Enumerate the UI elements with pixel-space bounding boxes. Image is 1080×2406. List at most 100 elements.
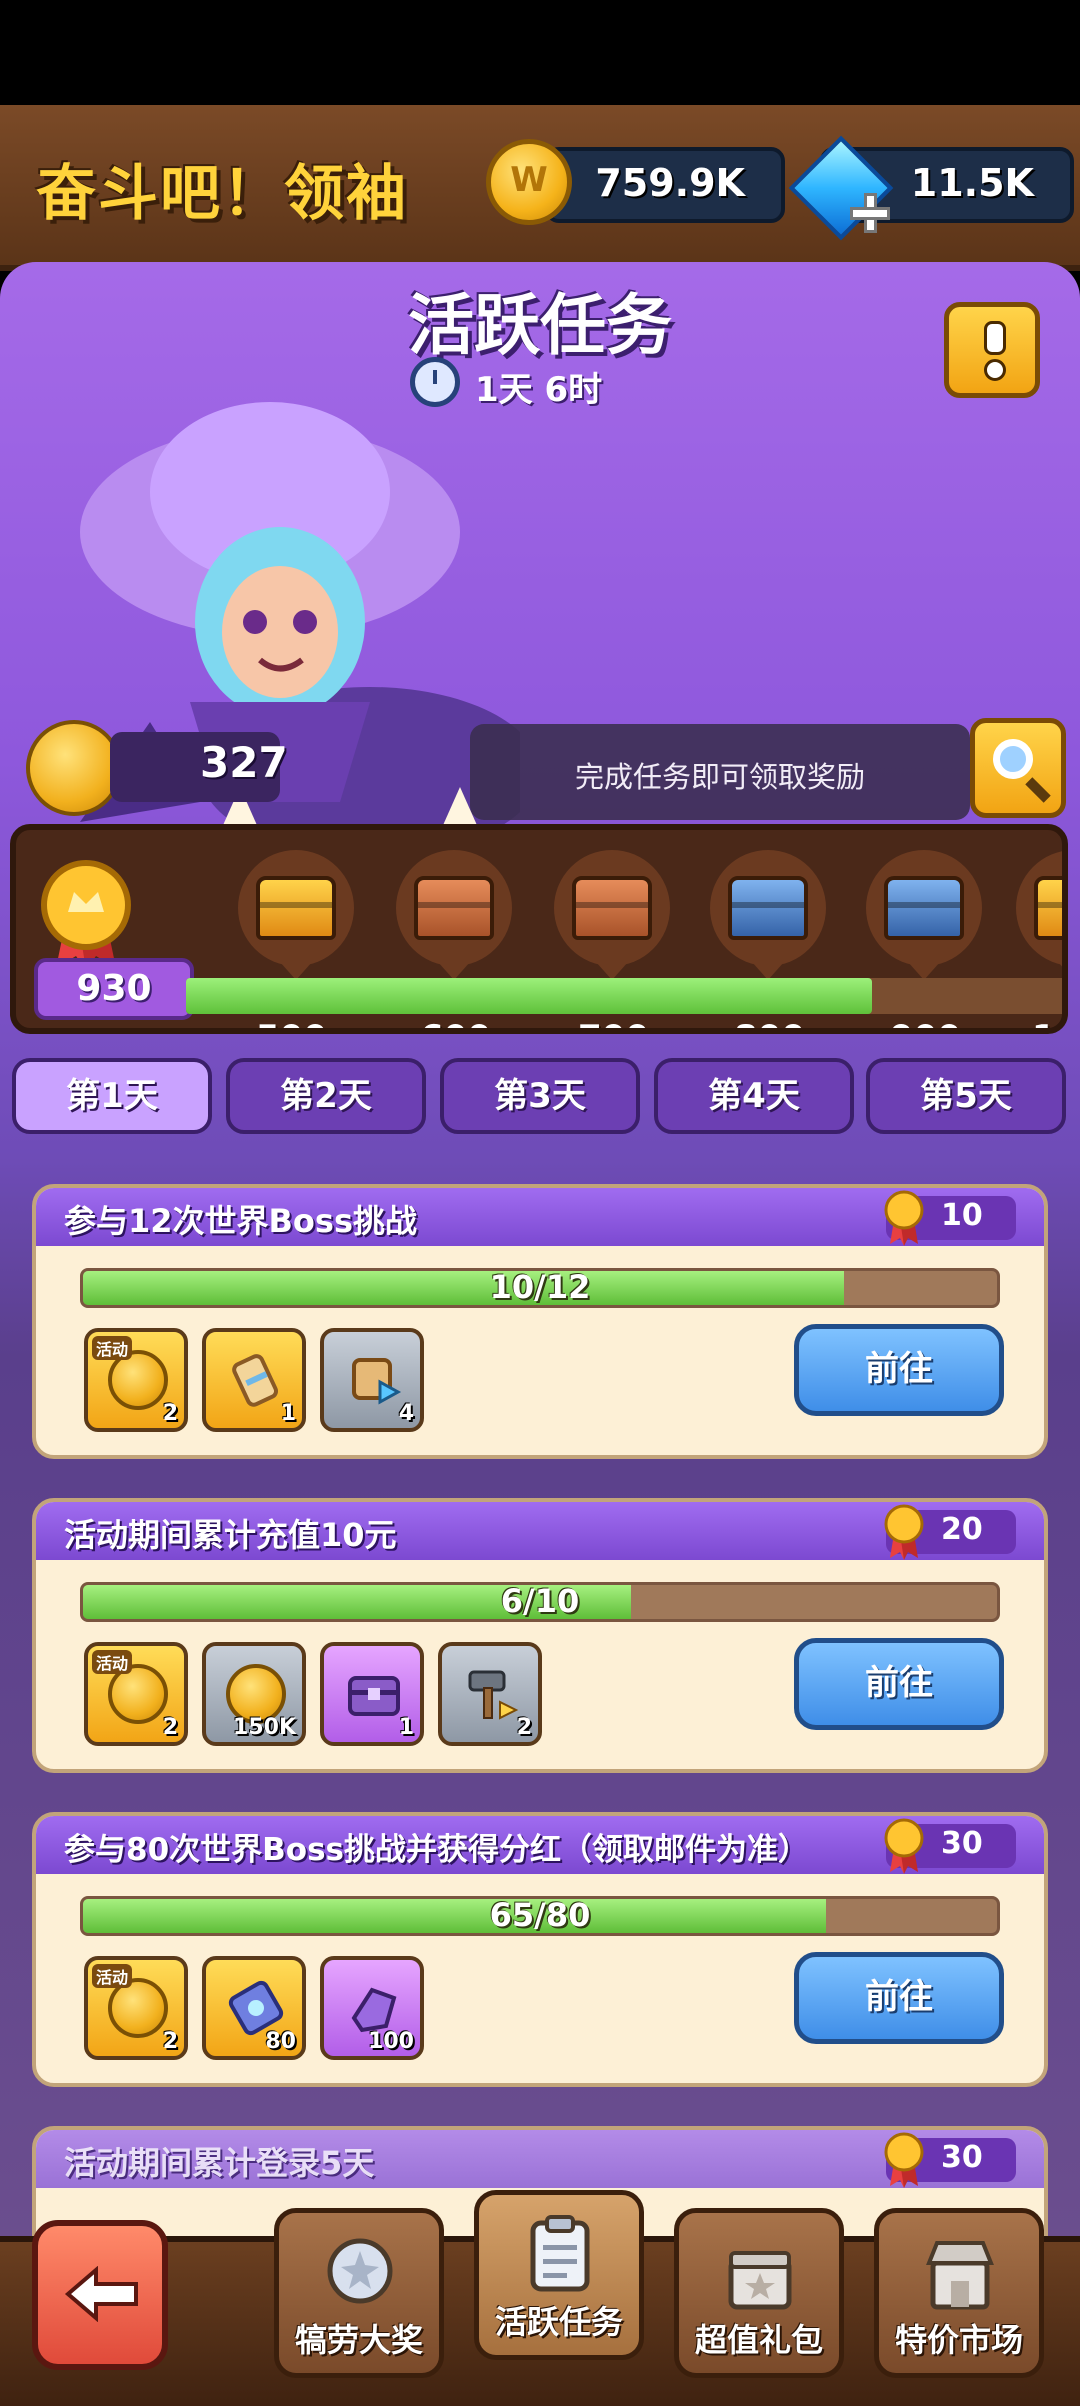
item-quantity: 100 <box>368 2029 414 2054</box>
reward-item[interactable]: 100 <box>320 1956 424 2060</box>
search-button[interactable] <box>970 718 1066 818</box>
task-card: 参与80次世界Boss挑战并获得分红（领取邮件为准） 30 65/80 活动 2… <box>32 1812 1048 2087</box>
gem-amount: 11.5K <box>910 161 1034 205</box>
page-title: 活跃任务 <box>408 287 672 364</box>
reward-item[interactable]: 1 <box>320 1642 424 1746</box>
tab-day-4[interactable]: 第4天 <box>654 1058 854 1134</box>
task-progress-text: 10/12 <box>489 1268 591 1306</box>
tab-day-2[interactable]: 第2天 <box>226 1058 426 1134</box>
bronze-chest-icon <box>414 876 494 940</box>
tab-day-5[interactable]: 第5天 <box>866 1058 1066 1134</box>
reward-item[interactable]: 活动 2 <box>84 1328 188 1432</box>
activity-points-icon <box>26 720 122 816</box>
milestone-label: 10 <box>1032 1018 1062 1028</box>
back-arrow-icon <box>64 2266 138 2322</box>
gold-coin-icon <box>486 139 572 225</box>
bronze-chest-icon <box>572 876 652 940</box>
item-quantity: 2 <box>516 1715 532 1740</box>
game-title: 奋斗吧！领袖 <box>36 159 408 229</box>
prize-wheel-icon <box>327 2238 393 2304</box>
reward-item[interactable]: 150K <box>202 1642 306 1746</box>
milestone-label: 900 <box>890 1018 961 1028</box>
gold-chest-icon <box>1034 876 1062 940</box>
item-quantity: 80 <box>265 2029 296 2054</box>
gold-chest-icon <box>256 876 336 940</box>
scroll-icon <box>232 1354 279 1407</box>
tab-day-3[interactable]: 第3天 <box>440 1058 640 1134</box>
activity-points: 327 <box>200 738 288 787</box>
milestone-progress: 930 500 600 700 800 900 10 <box>10 824 1068 1034</box>
blue-chest-icon <box>728 876 808 940</box>
reward-item[interactable]: 80 <box>202 1956 306 2060</box>
milestone-fill <box>186 978 873 1014</box>
nav-special-market[interactable]: 特价市场 <box>874 2208 1044 2378</box>
milestone-label: 700 <box>578 1018 649 1028</box>
task-title: 活动期间累计充值10元 <box>64 1516 397 1554</box>
milestone-label: 500 <box>256 1018 327 1028</box>
item-tag: 活动 <box>92 1964 133 1988</box>
reward-points: 30 <box>941 1826 983 1861</box>
item-quantity: 150K <box>233 1715 296 1740</box>
milestone-chest-600[interactable] <box>396 850 512 980</box>
hammer-icon <box>468 1670 519 1720</box>
reward-item[interactable]: 活动 2 <box>84 1956 188 2060</box>
current-score: 930 <box>76 968 152 1009</box>
medal-icon <box>884 1190 924 1246</box>
medal-icon <box>884 1818 924 1874</box>
hint-text: 完成任务即可领取奖励 <box>574 760 865 794</box>
reward-points: 10 <box>941 1198 983 1233</box>
status-bar <box>0 0 1080 105</box>
milestone-chest-800[interactable] <box>710 850 826 980</box>
item-quantity: 1 <box>280 1401 296 1426</box>
nav-label: 活跃任务 <box>494 2303 623 2341</box>
medal-icon <box>884 1504 924 1560</box>
shop-icon <box>926 2241 994 2310</box>
item-tag: 活动 <box>92 1336 133 1360</box>
nav-label: 特价市场 <box>894 2321 1023 2359</box>
milestone-chest-500[interactable] <box>238 850 354 980</box>
task-card: 活动期间累计充值10元 20 6/10 活动 2 150K 1 2 前往 <box>32 1498 1048 1773</box>
nav-label: 犒劳大奖 <box>294 2321 423 2359</box>
tab-day-1[interactable]: 第1天 <box>12 1058 212 1134</box>
back-button[interactable] <box>32 2220 168 2370</box>
nav-active-tasks[interactable]: 活跃任务 <box>474 2190 644 2360</box>
purple-chest-icon <box>348 1676 400 1716</box>
go-button[interactable]: 前往 <box>794 1952 1004 2044</box>
reward-item[interactable]: 活动 2 <box>84 1642 188 1746</box>
nav-value-packs[interactable]: 超值礼包 <box>674 2208 844 2378</box>
coin-amount: 759.9K <box>595 161 745 205</box>
item-quantity: 4 <box>398 1401 414 1426</box>
nav-label: 超值礼包 <box>694 2321 823 2359</box>
blue-chest-icon <box>884 876 964 940</box>
reward-item[interactable]: 2 <box>438 1642 542 1746</box>
reward-item[interactable]: 1 <box>202 1328 306 1432</box>
active-tasks-panel: 活跃任务 1天 6时 327 完成任务即可领取奖励 930 第1天 第2天 第3… <box>0 262 1080 2252</box>
milestone-chest-700[interactable] <box>554 850 670 980</box>
clipboard-icon <box>530 2215 590 2292</box>
reward-points: 30 <box>941 2140 983 2175</box>
task-title: 活动期间累计登录5天 <box>64 2144 375 2182</box>
task-progress-text: 6/10 <box>500 1582 580 1620</box>
top-header: 奋斗吧！领袖 759.9K 11.5K <box>0 105 1080 271</box>
gift-box-icon <box>728 2251 792 2310</box>
milestone-track <box>186 978 1062 1014</box>
reward-points: 20 <box>941 1512 983 1547</box>
info-button[interactable] <box>944 302 1040 398</box>
coin-counter[interactable]: 759.9K <box>545 147 785 223</box>
nav-reward-lottery[interactable]: 犒劳大奖 <box>274 2208 444 2378</box>
go-button[interactable]: 前往 <box>794 1638 1004 1730</box>
item-quantity: 2 <box>162 2029 178 2054</box>
item-quantity: 2 <box>162 1715 178 1740</box>
reward-item[interactable]: 4 <box>320 1328 424 1432</box>
milestone-chest-1000[interactable] <box>1016 850 1062 980</box>
speed-scroll-icon <box>352 1358 402 1405</box>
task-title: 参与12次世界Boss挑战 <box>64 1202 418 1240</box>
medal-icon <box>884 2132 924 2188</box>
go-button[interactable]: 前往 <box>794 1324 1004 1416</box>
milestone-label: 800 <box>734 1018 805 1028</box>
task-progress-text: 65/80 <box>489 1896 591 1934</box>
item-quantity: 2 <box>162 1401 178 1426</box>
milestone-chest-900[interactable] <box>866 850 982 980</box>
medal-icon <box>41 860 131 970</box>
add-gems-icon[interactable] <box>850 193 890 233</box>
